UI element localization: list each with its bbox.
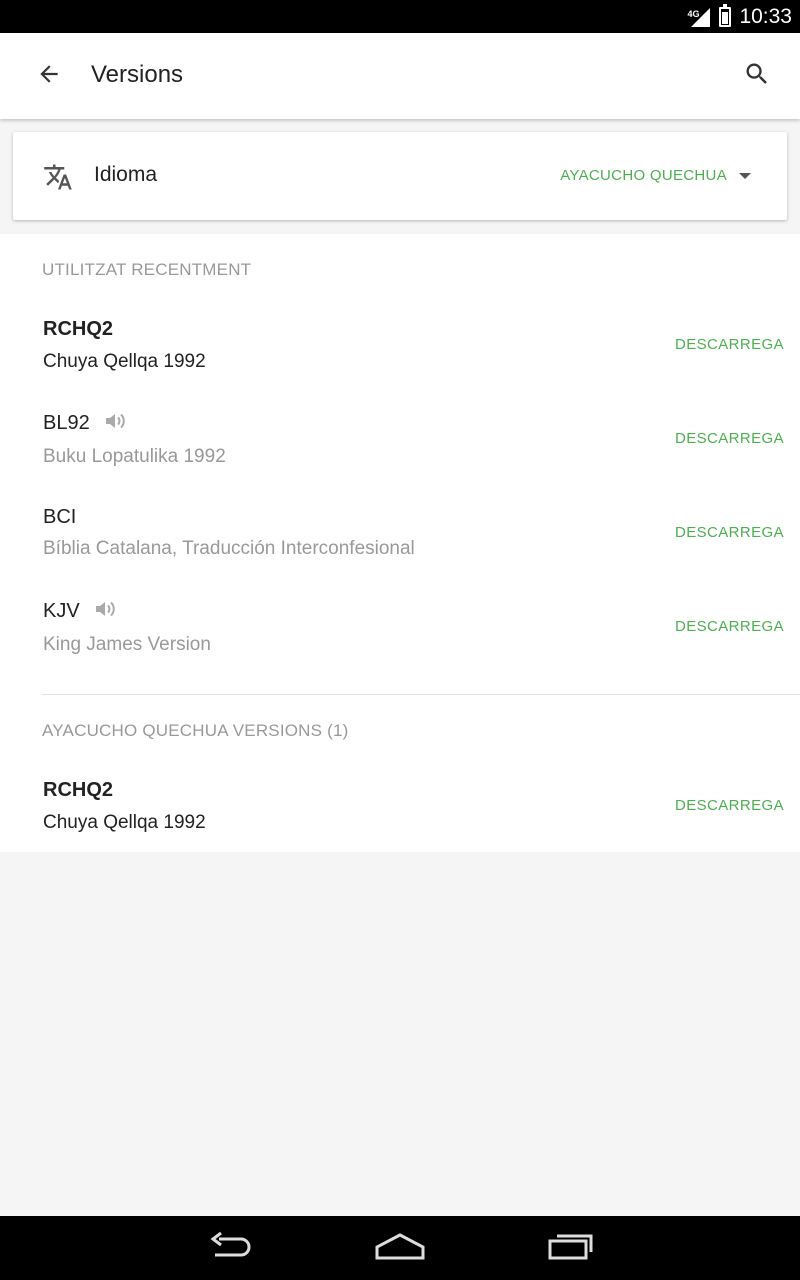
version-full-name: Buku Lopatulika 1992 — [43, 446, 226, 467]
recent-section-header: UTILITZAT RECENTMENT — [42, 260, 252, 279]
version-full-name: Bíblia Catalana, Traducción Interconfesi… — [43, 538, 415, 559]
version-full-name: King James Version — [43, 634, 211, 655]
system-nav-bar — [0, 1216, 800, 1280]
language-selector-card[interactable]: Idioma AYACUCHO QUECHUA — [13, 132, 787, 220]
version-item-bci[interactable]: BCI Bíblia Catalana, Traducción Intercon… — [0, 504, 800, 584]
language-dropdown-value: AYACUCHO QUECHUA — [560, 167, 727, 184]
status-clock: 10:33 — [739, 4, 792, 28]
nav-back-icon — [205, 1231, 255, 1266]
version-item-rchq2-recent[interactable]: RCHQ2 Chuya Qellqa 1992 DESCARREGA — [0, 316, 800, 396]
section-divider — [42, 694, 800, 695]
app-bar: Versions — [0, 33, 800, 119]
version-abbreviation: RCHQ2 — [43, 317, 114, 340]
download-button[interactable]: DESCARREGA — [675, 618, 784, 635]
version-abbreviation: BCI — [43, 505, 77, 528]
language-versions-section-header: AYACUCHO QUECHUA VERSIONS (1) — [42, 721, 349, 740]
version-full-name: Chuya Qellqa 1992 — [43, 812, 206, 833]
version-abbreviation: BL92 — [43, 411, 90, 434]
download-button[interactable]: DESCARREGA — [675, 430, 784, 447]
nav-home-icon — [374, 1231, 426, 1266]
version-abbreviation: RCHQ2 — [43, 778, 114, 801]
version-abbreviation: KJV — [43, 599, 80, 622]
search-icon — [743, 60, 771, 93]
dropdown-caret-icon — [739, 172, 751, 179]
download-button[interactable]: DESCARREGA — [675, 524, 784, 541]
download-button[interactable]: DESCARREGA — [675, 797, 784, 814]
version-item-kjv[interactable]: KJV King James Version DESCARREGA — [0, 598, 800, 678]
network-type: 4G — [687, 8, 700, 19]
nav-recents-button[interactable] — [541, 1228, 601, 1268]
audio-speaker-icon — [94, 598, 118, 625]
version-item-rchq2[interactable]: RCHQ2 Chuya Qellqa 1992 DESCARREGA — [0, 777, 800, 857]
download-button[interactable]: DESCARREGA — [675, 336, 784, 353]
translate-icon — [43, 162, 73, 192]
battery-icon — [719, 3, 732, 27]
page-title: Versions — [91, 61, 184, 88]
nav-back-button[interactable] — [200, 1228, 260, 1268]
language-dropdown[interactable]: AYACUCHO QUECHUA — [560, 167, 751, 184]
audio-speaker-icon — [104, 410, 128, 437]
search-button[interactable] — [732, 51, 782, 101]
versions-list: UTILITZAT RECENTMENT RCHQ2 Chuya Qellqa … — [0, 234, 800, 852]
nav-recents-icon — [547, 1231, 595, 1266]
arrow-back-icon — [36, 61, 62, 92]
version-item-bl92[interactable]: BL92 Buku Lopatulika 1992 DESCARREGA — [0, 410, 800, 490]
nav-home-button[interactable] — [370, 1228, 430, 1268]
back-button[interactable] — [24, 51, 74, 101]
version-full-name: Chuya Qellqa 1992 — [43, 351, 206, 372]
signal-icon: 4G — [687, 6, 711, 28]
status-bar: 4G 10:33 — [0, 0, 800, 33]
language-label: Idioma — [94, 163, 158, 186]
